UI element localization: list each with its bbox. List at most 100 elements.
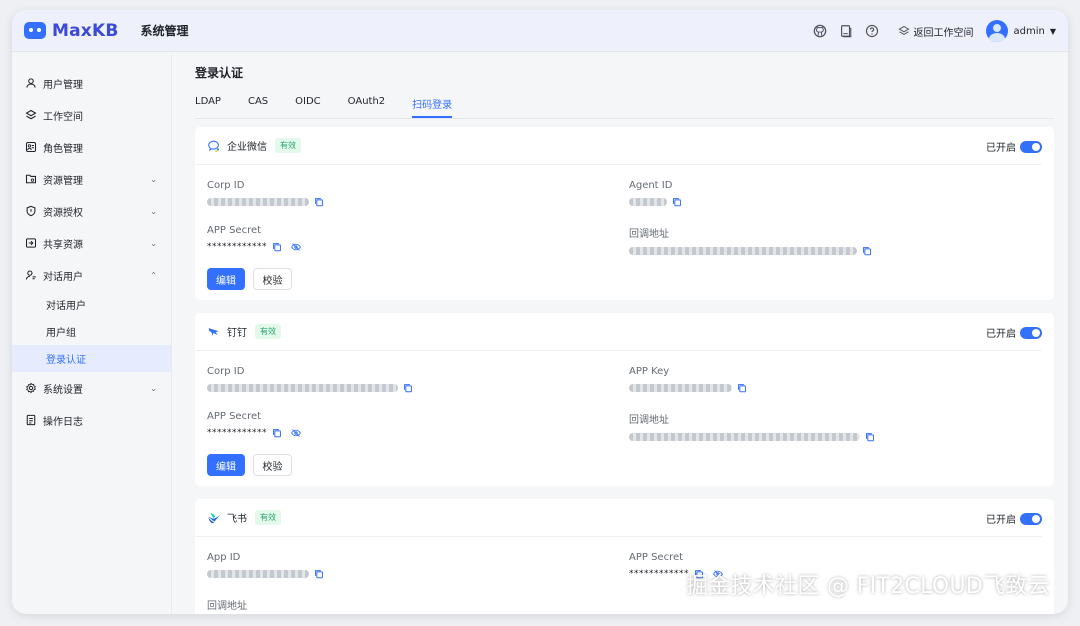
- tab-oidc[interactable]: OIDC: [295, 96, 321, 118]
- sidebar-item-chat-users[interactable]: 对话用户 ⌃: [12, 259, 171, 291]
- maxkb-logo-icon: [24, 22, 46, 39]
- copy-icon[interactable]: [314, 569, 324, 579]
- sidebar-item-user-management[interactable]: 用户管理: [12, 67, 171, 99]
- copy-icon[interactable]: [314, 197, 324, 207]
- sidebar-item-label: 对话用户: [43, 271, 83, 283]
- copy-icon[interactable]: [272, 428, 282, 438]
- sidebar-item-operation-log[interactable]: 操作日志: [12, 404, 171, 436]
- field-label: Agent ID: [629, 180, 673, 191]
- corp-id-field: Corp ID: [207, 180, 324, 207]
- sidebar-item-label: 工作空间: [43, 111, 83, 123]
- field-value: [207, 569, 324, 579]
- copy-icon[interactable]: [403, 383, 413, 393]
- redacted-value: [629, 198, 667, 206]
- sidebar-item-label: 用户管理: [43, 79, 83, 91]
- sidebar-item-system-settings[interactable]: 系统设置 ⌄: [12, 372, 171, 404]
- sidebar-subitem-chat-users[interactable]: 对话用户: [12, 291, 171, 318]
- field-label: 回调地址: [629, 415, 669, 426]
- field-value: [629, 246, 872, 256]
- document-icon[interactable]: [838, 23, 854, 39]
- tab-ldap[interactable]: LDAP: [195, 96, 221, 118]
- copy-icon[interactable]: [737, 383, 747, 393]
- help-icon[interactable]: [864, 23, 880, 39]
- logo-text: MaxKB: [52, 20, 119, 41]
- masked-secret: ************: [207, 242, 267, 252]
- status-badge: 有效: [275, 138, 301, 153]
- field-value: [629, 197, 682, 207]
- caret-down-icon[interactable]: ▼: [1050, 27, 1056, 36]
- enabled-toggle[interactable]: [1020, 326, 1042, 339]
- masked-secret: ************: [207, 428, 267, 438]
- chevron-down-icon: ⌄: [150, 238, 157, 248]
- chevron-down-icon: ⌄: [150, 383, 157, 393]
- wecom-icon: [207, 139, 221, 153]
- field-label: Corp ID: [207, 366, 245, 377]
- redacted-value: [629, 433, 860, 441]
- redacted-value: [629, 247, 857, 255]
- redacted-value: [207, 384, 398, 392]
- chevron-up-icon: ⌃: [150, 270, 157, 280]
- callback-url-field: 回调地址: [629, 411, 875, 442]
- tab-qr-login[interactable]: 扫码登录: [412, 96, 453, 118]
- copy-icon[interactable]: [272, 242, 282, 252]
- edit-button[interactable]: 编辑: [207, 268, 245, 290]
- card-header: 飞书 有效 已开启: [195, 499, 1042, 537]
- sidebar-item-label: 操作日志: [43, 416, 83, 428]
- field-value: [207, 197, 324, 207]
- field-label: APP Key: [629, 366, 670, 377]
- verify-button[interactable]: 校验: [253, 454, 292, 476]
- top-header: MaxKB 系统管理 返回工作空间 admin ▼: [12, 10, 1068, 52]
- sidebar-item-resources[interactable]: 资源管理 ⌄: [12, 163, 171, 195]
- back-to-workspace-label: 返回工作空间: [913, 27, 974, 39]
- field-label: App ID: [207, 552, 241, 563]
- sidebar-item-shared-resources[interactable]: 共享资源 ⌄: [12, 227, 171, 259]
- enabled-label: 已开启: [986, 329, 1016, 340]
- enabled-label: 已开启: [986, 515, 1016, 526]
- chevron-down-icon: ⌄: [150, 206, 157, 216]
- user-name[interactable]: admin: [1014, 26, 1045, 37]
- field-label: 回调地址: [207, 601, 247, 612]
- layers-icon: [898, 23, 910, 39]
- field-label: Corp ID: [207, 180, 245, 191]
- enabled-label: 已开启: [986, 143, 1016, 154]
- folder-icon: [24, 173, 37, 186]
- chevron-down-icon: ⌄: [150, 174, 157, 184]
- redacted-value: [207, 198, 309, 206]
- status-badge: 有效: [255, 324, 281, 339]
- wecom-card: 企业微信 有效 已开启 Corp ID Agent ID APP Secret …: [195, 127, 1054, 300]
- sidebar-subitem-login-auth[interactable]: 登录认证: [12, 345, 171, 372]
- enabled-toggle[interactable]: [1020, 140, 1042, 153]
- verify-button[interactable]: 校验: [253, 268, 292, 290]
- tab-cas[interactable]: CAS: [248, 96, 268, 118]
- sidebar-item-roles[interactable]: 角色管理: [12, 131, 171, 163]
- copy-icon[interactable]: [862, 246, 872, 256]
- sidebar-item-workspace[interactable]: 工作空间: [12, 99, 171, 131]
- agent-id-field: Agent ID: [629, 180, 682, 207]
- enabled-toggle-group: 已开启: [986, 139, 1042, 154]
- copy-icon[interactable]: [672, 197, 682, 207]
- card-title: 钉钉: [227, 328, 247, 339]
- field-value: [629, 432, 875, 442]
- dingtalk-icon: [207, 325, 221, 339]
- card-title: 企业微信: [227, 142, 267, 153]
- feishu-icon: [207, 511, 221, 525]
- github-icon[interactable]: [812, 23, 828, 39]
- logo[interactable]: MaxKB: [24, 21, 119, 41]
- role-icon: [24, 141, 37, 154]
- copy-icon[interactable]: [865, 432, 875, 442]
- layers-icon: [24, 109, 37, 122]
- log-icon: [24, 414, 37, 427]
- avatar[interactable]: [985, 20, 1008, 42]
- enabled-toggle-group: 已开启: [986, 511, 1042, 526]
- eye-off-icon[interactable]: [291, 242, 301, 252]
- field-label: APP Secret: [207, 225, 262, 236]
- sidebar-subitem-user-groups[interactable]: 用户组: [12, 318, 171, 345]
- sidebar-item-resource-auth[interactable]: 资源授权 ⌄: [12, 195, 171, 227]
- user-icon: [24, 77, 37, 90]
- tab-oauth2[interactable]: OAuth2: [348, 96, 386, 118]
- enabled-toggle[interactable]: [1020, 512, 1042, 525]
- edit-button[interactable]: 编辑: [207, 454, 245, 476]
- back-to-workspace-button[interactable]: 返回工作空间: [898, 23, 974, 39]
- dingtalk-card: 钉钉 有效 已开启 Corp ID APP Key APP Secret ***…: [195, 313, 1054, 486]
- eye-off-icon[interactable]: [291, 428, 301, 438]
